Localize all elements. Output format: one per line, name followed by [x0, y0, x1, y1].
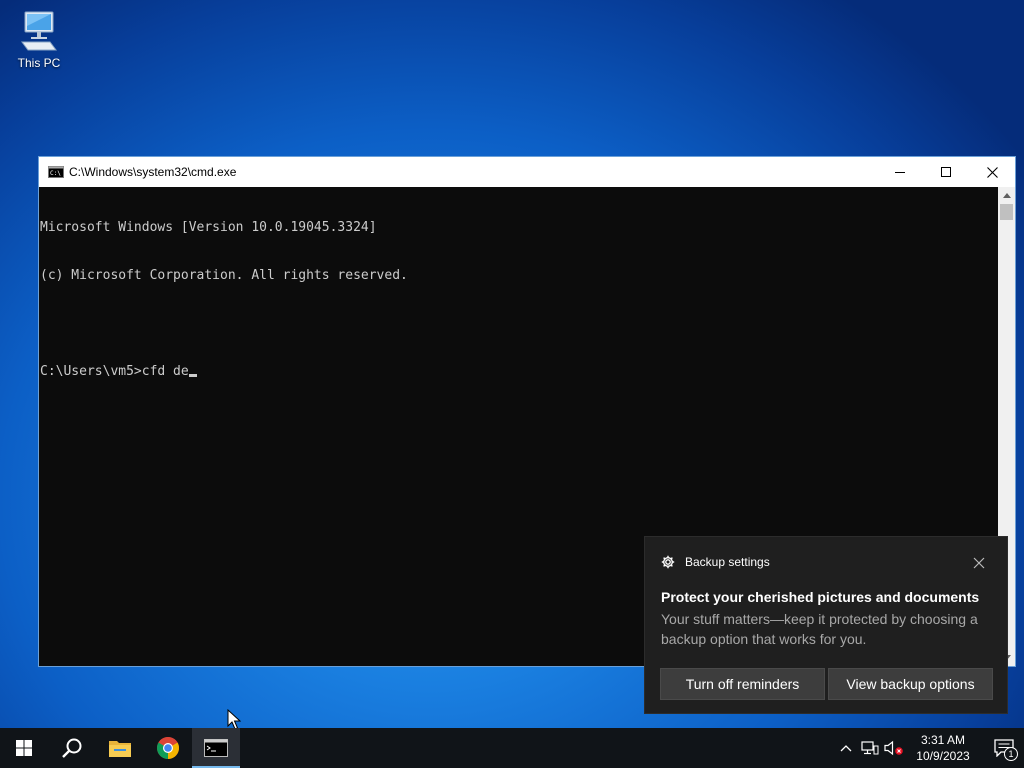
console-line: Microsoft Windows [Version 10.0.19045.33…: [40, 220, 377, 235]
cmd-taskbar-button[interactable]: [192, 728, 240, 768]
chrome-icon: [157, 737, 179, 759]
network-icon: [861, 741, 879, 755]
clock-time: 3:31 AM: [920, 733, 966, 747]
toast-header: Backup settings: [661, 555, 770, 569]
close-icon: [986, 166, 998, 178]
search-button[interactable]: [48, 728, 96, 768]
turn-off-reminders-button[interactable]: Turn off reminders: [660, 668, 825, 700]
toast-app-name: Backup settings: [685, 555, 770, 569]
console-prompt-line[interactable]: C:\Users\vm5>cfd de: [40, 364, 998, 380]
file-explorer-icon: [109, 741, 131, 757]
maximize-button[interactable]: [923, 157, 969, 187]
text-cursor: [188, 374, 197, 377]
window-title: C:\Windows\system32\cmd.exe: [69, 165, 237, 179]
cmd-titlebar[interactable]: C:\ C:\Windows\system32\cmd.exe: [39, 157, 1015, 187]
start-icon: [16, 740, 32, 756]
system-tray: 3:31 AM 10/9/2023 1: [834, 728, 1024, 768]
minimize-icon: [895, 172, 905, 173]
close-button[interactable]: [969, 157, 1015, 187]
action-center-button[interactable]: 1: [984, 728, 1024, 768]
chevron-up-icon: [840, 745, 852, 752]
chrome-button[interactable]: [144, 728, 192, 768]
start-button[interactable]: [0, 728, 48, 768]
close-icon: [973, 557, 985, 569]
gear-icon: [661, 555, 675, 569]
console-input-text: C:\Users\vm5>cfd de: [40, 364, 189, 379]
toast-title: Protect your cherished pictures and docu…: [661, 589, 980, 605]
cmd-app-icon: C:\: [48, 164, 64, 180]
toast-body: Your stuff matters—keep it protected by …: [661, 611, 978, 647]
this-pc-icon: [19, 10, 59, 54]
desktop-icon-label: This PC: [17, 56, 61, 70]
taskbar-clock[interactable]: 3:31 AM 10/9/2023: [910, 732, 976, 764]
clock-date: 10/9/2023: [916, 749, 970, 763]
maximize-icon: [941, 167, 951, 177]
show-hidden-icons-button[interactable]: [834, 728, 858, 768]
volume-muted-icon: [884, 740, 903, 756]
view-backup-options-button[interactable]: View backup options: [828, 668, 993, 700]
search-icon: [62, 738, 82, 758]
window-controls: [877, 157, 1015, 187]
console-line: (c) Microsoft Corporation. All rights re…: [40, 268, 408, 283]
toast-close-button[interactable]: [973, 556, 985, 569]
cmd-icon: [204, 739, 228, 757]
file-explorer-button[interactable]: [96, 728, 144, 768]
minimize-button[interactable]: [877, 157, 923, 187]
chevron-up-icon: [1002, 193, 1011, 198]
svg-text:C:\: C:\: [50, 170, 61, 177]
scroll-up-button[interactable]: [998, 187, 1015, 204]
backup-notification-toast[interactable]: Backup settings Protect your cherished p…: [644, 536, 1008, 714]
notification-count-badge: 1: [1004, 747, 1018, 761]
taskbar: 3:31 AM 10/9/2023 1: [0, 728, 1024, 768]
network-button[interactable]: [858, 728, 882, 768]
desktop-icon-this-pc[interactable]: This PC: [12, 10, 66, 76]
volume-button[interactable]: [882, 728, 906, 768]
scrollbar-thumb[interactable]: [1000, 204, 1013, 220]
